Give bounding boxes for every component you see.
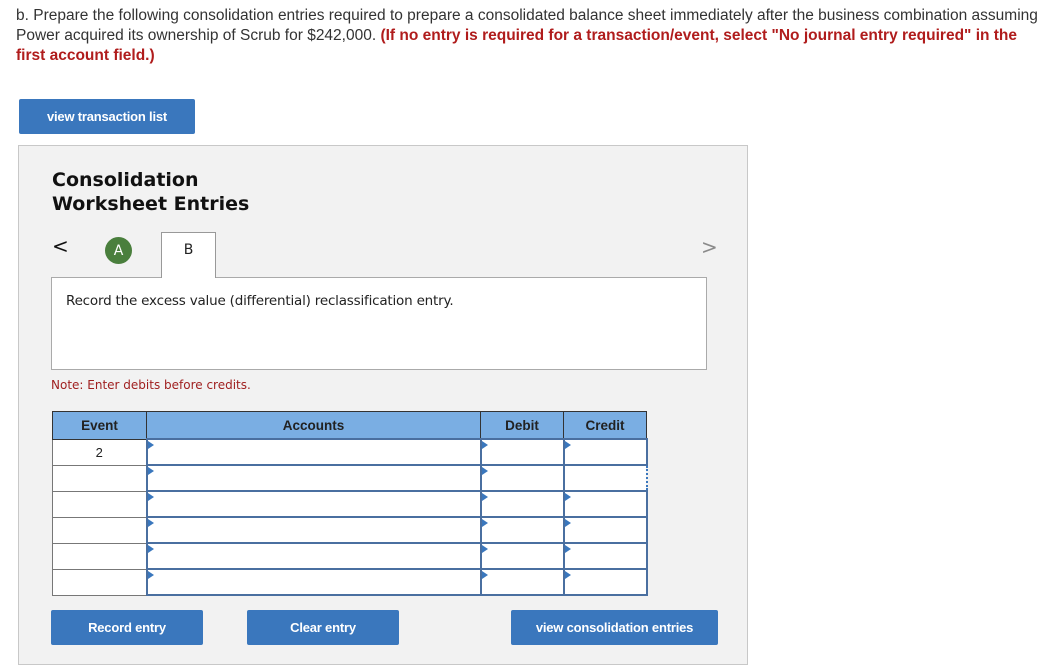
event-cell <box>52 490 147 518</box>
debit-input[interactable] <box>481 544 563 568</box>
column-header-debit: Debit <box>480 411 564 440</box>
record-entry-button[interactable]: Record entry <box>51 610 203 645</box>
debit-input[interactable] <box>481 440 563 464</box>
credit-cell[interactable] <box>562 516 648 544</box>
event-cell <box>52 568 147 596</box>
account-input[interactable] <box>147 466 480 490</box>
credit-input[interactable] <box>564 492 646 516</box>
column-header-accounts: Accounts <box>146 411 481 440</box>
entry-instruction: Record the excess value (differential) r… <box>51 277 707 370</box>
credit-cell[interactable] <box>562 568 648 596</box>
account-input[interactable] <box>147 544 480 568</box>
account-cell[interactable] <box>145 542 482 570</box>
event-cell <box>52 464 147 492</box>
debit-cell[interactable] <box>479 438 565 466</box>
account-input[interactable] <box>147 492 480 516</box>
credit-cell[interactable] <box>562 464 648 492</box>
table-row <box>52 516 648 544</box>
account-cell[interactable] <box>145 438 482 466</box>
panel-title-line2: Worksheet Entries <box>52 193 250 215</box>
debit-input[interactable] <box>481 492 563 516</box>
debit-input[interactable] <box>481 570 563 594</box>
account-input[interactable] <box>147 570 480 594</box>
view-consolidation-entries-button[interactable]: view consolidation entries <box>511 610 718 645</box>
panel-title-line1: Consolidation <box>52 169 199 191</box>
debit-input[interactable] <box>481 518 563 542</box>
column-header-credit: Credit <box>563 411 647 440</box>
debit-cell[interactable] <box>479 568 565 596</box>
credit-input[interactable] <box>564 518 646 542</box>
account-cell[interactable] <box>145 464 482 492</box>
tab-a[interactable]: A <box>105 237 132 264</box>
event-cell <box>52 516 147 544</box>
debit-input[interactable] <box>481 466 563 490</box>
view-transaction-list-button[interactable]: view transaction list <box>19 99 195 134</box>
question-text: b. Prepare the following consolidation e… <box>16 6 1046 66</box>
chevron-left-icon[interactable]: < <box>52 234 69 258</box>
table-row <box>52 568 648 596</box>
account-cell[interactable] <box>145 490 482 518</box>
credit-cell[interactable] <box>562 490 648 518</box>
panel-title: Consolidation Worksheet Entries <box>52 168 249 216</box>
credit-cell[interactable] <box>562 542 648 570</box>
note-text: Note: Enter debits before credits. <box>51 378 251 392</box>
chevron-right-icon[interactable]: > <box>701 235 718 259</box>
debit-cell[interactable] <box>479 490 565 518</box>
table-row: 2 <box>52 438 648 466</box>
worksheet-panel: Consolidation Worksheet Entries < A B > … <box>18 145 748 665</box>
credit-input[interactable] <box>564 544 646 568</box>
account-input[interactable] <box>147 440 480 464</box>
credit-input[interactable] <box>564 570 646 594</box>
journal-table: Event Accounts Debit Credit 2 <box>52 411 648 596</box>
column-header-event: Event <box>52 411 147 440</box>
event-cell: 2 <box>52 438 147 466</box>
debit-cell[interactable] <box>479 516 565 544</box>
account-input[interactable] <box>147 518 480 542</box>
debit-cell[interactable] <box>479 542 565 570</box>
debit-cell[interactable] <box>479 464 565 492</box>
credit-cell[interactable] <box>562 438 648 466</box>
tab-b[interactable]: B <box>161 232 216 278</box>
table-row <box>52 464 648 492</box>
table-row <box>52 542 648 570</box>
account-cell[interactable] <box>145 516 482 544</box>
clear-entry-button[interactable]: Clear entry <box>247 610 399 645</box>
account-cell[interactable] <box>145 568 482 596</box>
table-row <box>52 490 648 518</box>
credit-input[interactable] <box>564 440 646 464</box>
event-cell <box>52 542 147 570</box>
credit-input[interactable] <box>564 466 646 490</box>
